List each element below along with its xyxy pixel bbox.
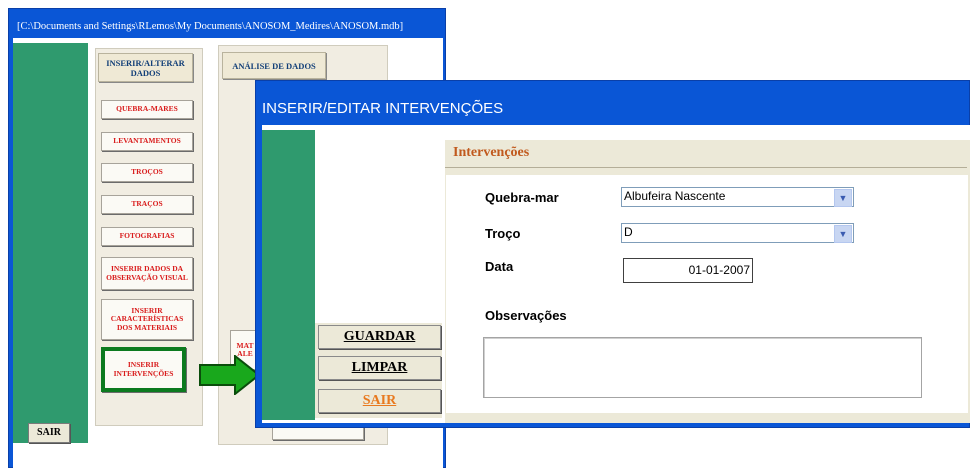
trocos-button[interactable]: TROÇOS	[101, 163, 193, 182]
troco-label: Troço	[485, 226, 521, 241]
dialog-green-sidebar	[262, 130, 315, 420]
troco-value: D	[624, 225, 633, 239]
data-analysis-header: ANÁLISE DE DADOS	[222, 52, 326, 79]
tracos-button[interactable]: TRAÇOS	[101, 195, 193, 214]
chevron-down-icon[interactable]: ▼	[834, 225, 852, 243]
chevron-down-icon[interactable]: ▼	[834, 189, 852, 207]
observacoes-label: Observações	[485, 308, 567, 323]
sair-button[interactable]: SAIR	[318, 389, 441, 413]
insert-material-characteristics-button[interactable]: INSERIR CARACTERÍSTICAS DOS MATERIAIS	[101, 299, 193, 340]
insert-visual-observation-button[interactable]: INSERIR DADOS DA OBSERVAÇÃO VISUAL	[101, 257, 193, 290]
quebra-mar-select[interactable]: Albufeira Nascente ▼	[621, 187, 854, 207]
insert-interventions-button[interactable]: INSERIR INTERVENÇÕES	[101, 347, 186, 392]
interventions-section-title: Intervenções	[445, 140, 967, 168]
fotografias-button[interactable]: FOTOGRAFIAS	[101, 227, 193, 246]
green-arrow-icon	[199, 355, 261, 395]
quebra-mar-label: Quebra-mar	[485, 190, 559, 205]
levantamentos-button[interactable]: LEVANTAMENTOS	[101, 132, 193, 151]
quebra-mares-button[interactable]: QUEBRA-MARES	[101, 100, 193, 119]
guardar-button[interactable]: GUARDAR	[318, 325, 441, 349]
quebra-mar-value: Albufeira Nascente	[624, 189, 726, 203]
data-label: Data	[485, 259, 514, 274]
dialog-title: INSERIR/EDITAR INTERVENÇÕES	[262, 100, 504, 117]
insert-data-header: INSERIR/ALTERAR DADOS	[98, 53, 193, 82]
troco-select[interactable]: D ▼	[621, 223, 854, 243]
main-exit-button[interactable]: SAIR	[28, 423, 70, 443]
main-green-sidebar	[13, 43, 88, 443]
observacoes-textarea[interactable]	[483, 337, 922, 398]
main-window-title: [C:\Documents and Settings\RLemos\My Doc…	[17, 21, 404, 32]
limpar-button[interactable]: LIMPAR	[318, 356, 441, 380]
data-input[interactable]: 01-01-2007	[623, 258, 753, 283]
